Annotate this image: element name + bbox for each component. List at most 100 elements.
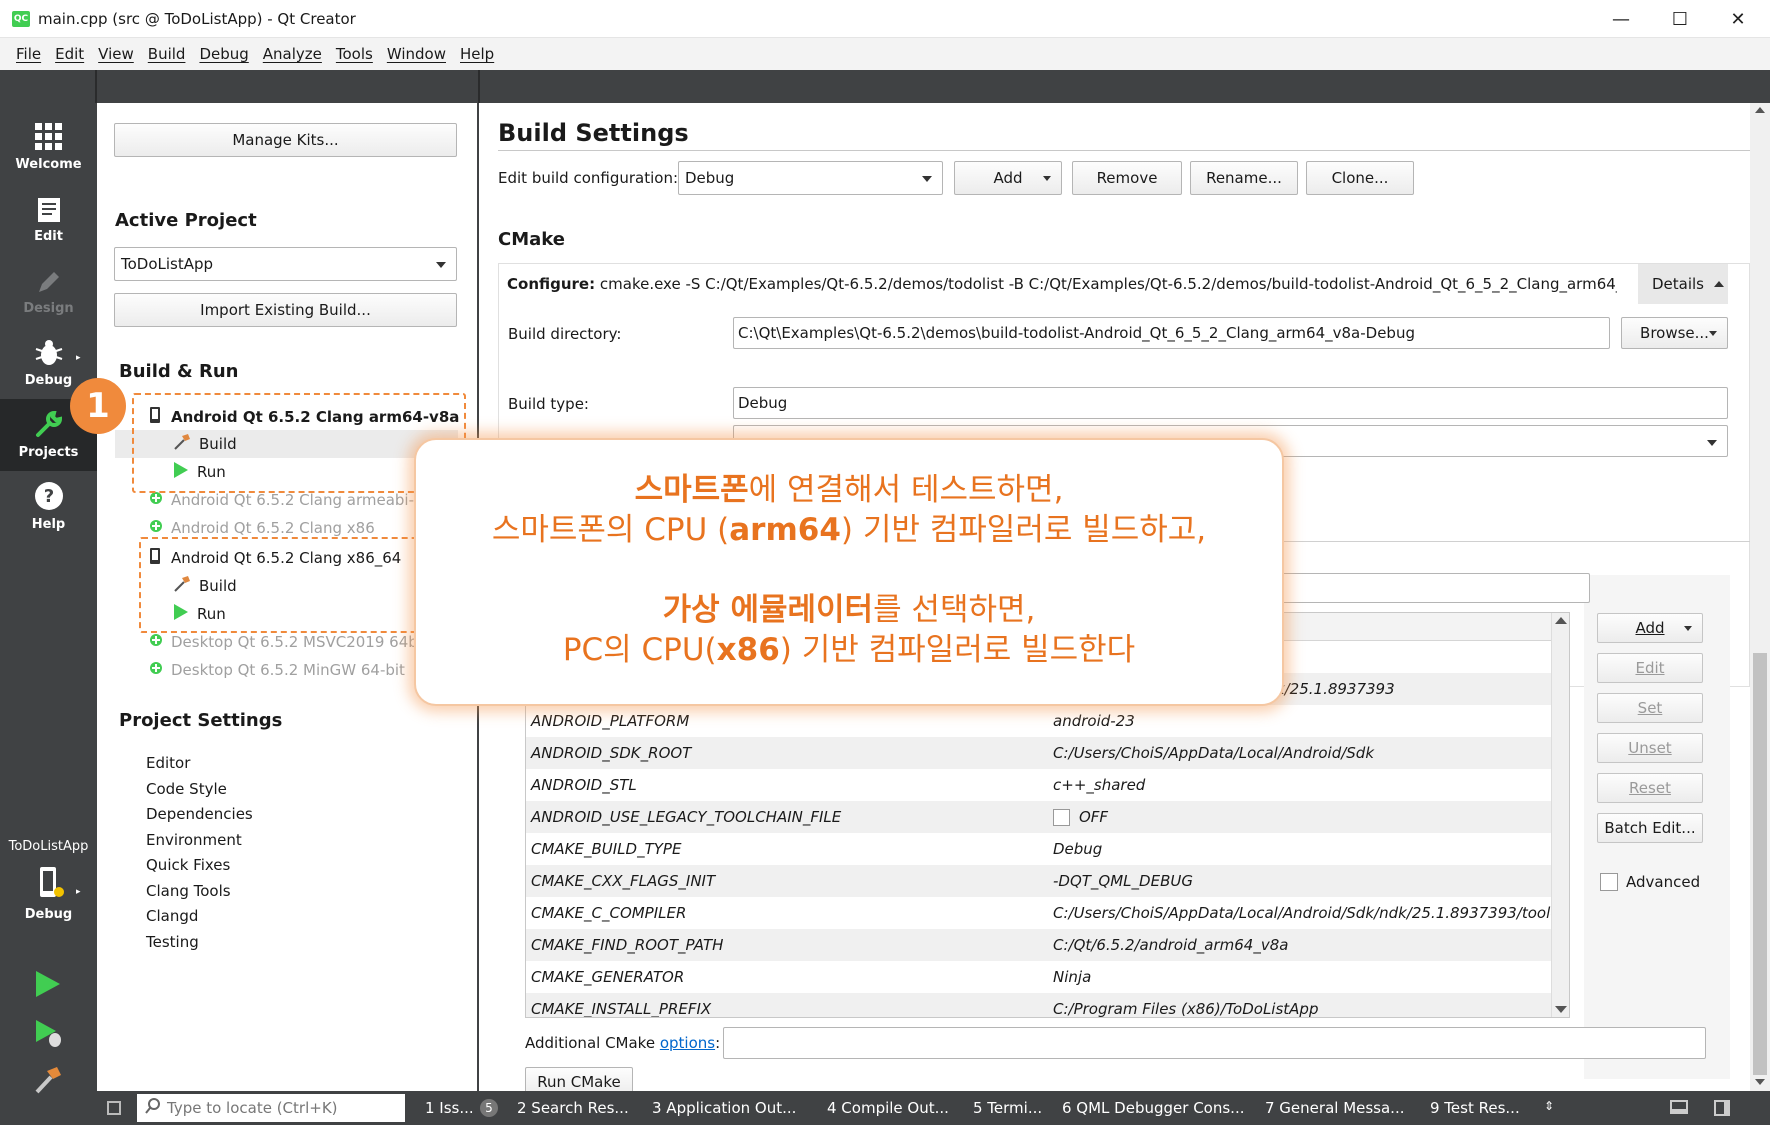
mode-welcome-label: Welcome: [15, 157, 82, 172]
terminal-pane-button[interactable]: 5 Termi...: [973, 1099, 1042, 1117]
cmake-heading: CMake: [498, 229, 565, 250]
search-results-pane-button[interactable]: 2 Search Res...: [517, 1099, 629, 1117]
reset-variable-label: Reset: [1629, 779, 1671, 797]
rename-config-button[interactable]: Rename...: [1190, 161, 1298, 195]
table-row[interactable]: CMAKE_FIND_ROOT_PATH C:/Qt/6.5.2/android_…: [526, 929, 1569, 961]
settings-environment[interactable]: Environment: [146, 831, 242, 849]
add-variable-button[interactable]: Add: [1597, 613, 1703, 643]
settings-quick-fixes[interactable]: Quick Fixes: [146, 856, 230, 874]
batch-edit-button[interactable]: Batch Edit...: [1597, 813, 1703, 843]
additional-options-input[interactable]: [723, 1027, 1706, 1059]
menu-tools[interactable]: Tools: [336, 45, 373, 63]
highlight-x86-64-kit: [139, 537, 439, 633]
menu-window[interactable]: Window: [387, 45, 446, 63]
options-link[interactable]: options: [660, 1034, 715, 1052]
menu-edit[interactable]: Edit: [55, 45, 84, 63]
qml-debugger-pane-button[interactable]: 6 QML Debugger Cons...: [1062, 1099, 1244, 1117]
mode-welcome[interactable]: Welcome: [0, 111, 97, 183]
table-key: CMAKE_BUILD_TYPE: [531, 840, 682, 858]
kit-name: Android Qt 6.5.2 Clang x86: [171, 519, 375, 537]
general-messages-pane-button[interactable]: 7 General Messa...: [1265, 1099, 1405, 1117]
callout-line-2-bold: arm64: [729, 512, 841, 548]
import-existing-build-button[interactable]: Import Existing Build...: [114, 293, 457, 327]
reset-variable-button[interactable]: Reset: [1597, 773, 1703, 803]
settings-testing[interactable]: Testing: [146, 933, 199, 951]
edit-variable-button[interactable]: Edit: [1597, 653, 1703, 683]
table-row[interactable]: ANDROID_SDK_ROOT C:/Users/ChoiS/AppData/L…: [526, 737, 1569, 769]
menu-help[interactable]: Help: [460, 45, 494, 63]
table-key: CMAKE_INSTALL_PREFIX: [531, 1000, 712, 1018]
settings-dependencies[interactable]: Dependencies: [146, 805, 253, 823]
table-row[interactable]: CMAKE_GENERATOR Ninja: [526, 961, 1569, 993]
menu-analyze[interactable]: Analyze: [263, 45, 322, 63]
mode-edit[interactable]: Edit: [0, 183, 97, 255]
minimize-icon[interactable]: —: [1591, 0, 1651, 38]
active-project-select[interactable]: ToDoListApp: [114, 247, 457, 281]
manage-kits-button[interactable]: Manage Kits...: [114, 123, 457, 157]
close-icon[interactable]: ✕: [1708, 0, 1768, 38]
output-pane-toggle-icon[interactable]: [1670, 1100, 1688, 1114]
clone-config-button[interactable]: Clone...: [1306, 161, 1414, 195]
menu-file[interactable]: File: [16, 45, 41, 63]
checkbox[interactable]: [1053, 809, 1070, 826]
unset-variable-button[interactable]: Unset: [1597, 733, 1703, 763]
build-type-input[interactable]: Debug: [733, 387, 1728, 419]
callout-line-3-rest: 를 선택하면,: [873, 592, 1036, 628]
table-row[interactable]: CMAKE_CXX_FLAGS_INIT -DQT_QML_DEBUG: [526, 865, 1569, 897]
debug-run-icon[interactable]: [34, 1018, 64, 1052]
mode-design[interactable]: Design: [0, 255, 97, 327]
menu-debug[interactable]: Debug: [199, 45, 248, 63]
svg-text:?: ?: [43, 486, 53, 507]
browse-button[interactable]: Browse...: [1621, 317, 1728, 349]
details-toggle[interactable]: Details: [1638, 264, 1728, 304]
table-row[interactable]: ANDROID_PLATFORM android-23: [526, 705, 1569, 737]
scroll-down-icon[interactable]: [1755, 1079, 1765, 1085]
settings-clang-tools[interactable]: Clang Tools: [146, 882, 231, 900]
locate-input[interactable]: Type to locate (Ctrl+K): [137, 1094, 405, 1122]
title-bar: QC main.cpp (src @ ToDoListApp) - Qt Cre…: [0, 0, 1770, 38]
application-output-pane-button[interactable]: 3 Application Out...: [652, 1099, 796, 1117]
mode-help[interactable]: ? Help: [0, 471, 97, 543]
table-row[interactable]: ANDROID_STL c++_shared: [526, 769, 1569, 801]
table-row[interactable]: CMAKE_C_COMPILER C:/Users/ChoiS/AppData/L…: [526, 897, 1569, 929]
build-directory-input[interactable]: C:\Qt\Examples\Qt-6.5.2\demos\build-todo…: [733, 317, 1610, 349]
issues-pane-button[interactable]: 1 Iss...: [425, 1099, 474, 1117]
scroll-thumb[interactable]: [1753, 653, 1767, 1075]
menu-build[interactable]: Build: [148, 45, 186, 63]
scroll-up-icon[interactable]: [1555, 617, 1567, 624]
add-config-button[interactable]: Add: [954, 161, 1062, 195]
scroll-up-icon[interactable]: [1755, 107, 1765, 113]
table-row[interactable]: CMAKE_BUILD_TYPE Debug: [526, 833, 1569, 865]
run-icon[interactable]: [34, 969, 62, 1003]
menu-view[interactable]: View: [98, 45, 134, 63]
settings-clangd[interactable]: Clangd: [146, 907, 198, 925]
set-variable-button[interactable]: Set: [1597, 693, 1703, 723]
table-scrollbar[interactable]: [1551, 613, 1569, 1017]
table-row[interactable]: ANDROID_USE_LEGACY_TOOLCHAIN_FILE OFF: [526, 801, 1569, 833]
remove-config-button[interactable]: Remove: [1072, 161, 1182, 195]
settings-editor[interactable]: Editor: [146, 754, 190, 772]
main-scrollbar[interactable]: [1750, 103, 1770, 1091]
table-key: CMAKE_C_COMPILER: [531, 904, 687, 922]
pane-chooser-icon[interactable]: ⇕: [1544, 1099, 1554, 1113]
callout-line-1-bold: 스마트폰: [634, 472, 749, 508]
table-key: ANDROID_USE_LEGACY_TOOLCHAIN_FILE: [531, 808, 842, 826]
table-key: ANDROID_PLATFORM: [531, 712, 690, 730]
configure-label: Configure:: [507, 275, 596, 293]
maximize-icon[interactable]: ☐: [1650, 0, 1710, 38]
scroll-down-icon[interactable]: [1555, 1006, 1567, 1013]
right-sidebar-toggle-icon[interactable]: [1714, 1100, 1730, 1116]
compile-output-pane-button[interactable]: 4 Compile Out...: [827, 1099, 949, 1117]
advanced-checkbox[interactable]: [1600, 873, 1618, 891]
step-number-badge: 1: [70, 378, 126, 434]
build-hammer-icon[interactable]: [33, 1065, 63, 1099]
sidebar-toggle-icon[interactable]: [107, 1101, 121, 1115]
table-row[interactable]: CMAKE_INSTALL_PREFIX C:/Program Files (x8…: [526, 993, 1569, 1018]
table-value: Debug: [1053, 840, 1103, 858]
callout-line-1: 스마트폰에 연결해서 테스트하면,: [416, 470, 1282, 510]
kit-desktop-mingw[interactable]: Desktop Qt 6.5.2 MinGW 64-bit: [149, 657, 405, 683]
test-results-pane-button[interactable]: 9 Test Res...: [1430, 1099, 1520, 1117]
kit-selector[interactable]: Debug ▸: [0, 861, 97, 933]
build-config-select[interactable]: Debug: [678, 161, 943, 195]
settings-code-style[interactable]: Code Style: [146, 780, 227, 798]
